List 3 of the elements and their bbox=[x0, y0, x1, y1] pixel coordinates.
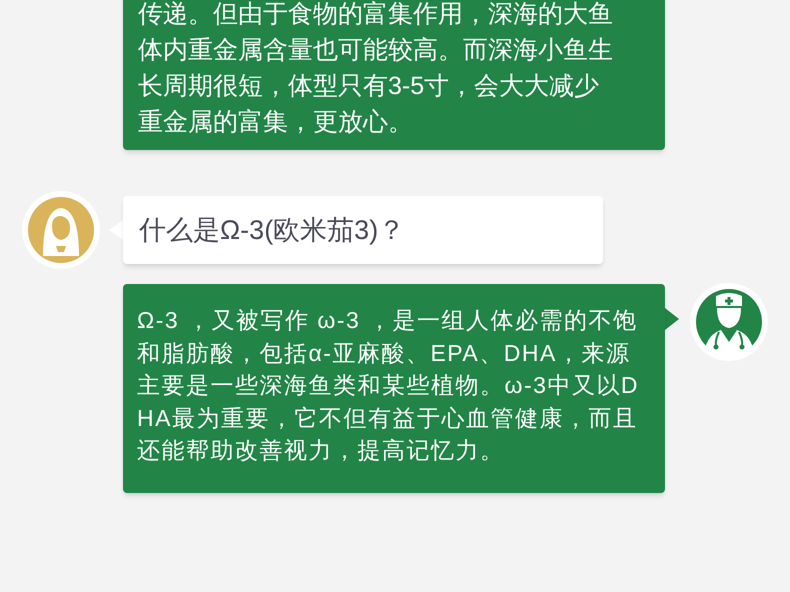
doctor-message-bubble: 传递。但由于食物的富集作用，深海的大鱼体内重金属含量也可能较高。而深海小鱼生长周期很短，体型只有3-5寸，会大大减少重金属的富集，更放心。 bbox=[123, 0, 665, 150]
user-message-bubble: 什么是Ω-3(欧米茄3)？ bbox=[123, 196, 603, 264]
doctor-message-bubble: Ω-3 ，又被写作 ω-3 ，是一组人体必需的不饱和脂肪酸，包括α-亚麻酸、EPA、DHA，来源主要是一些深海鱼类和某些植物。ω-3中又以DHA最为重要，它不但有益于心血管健康，而且还能帮助改善视力，提高记忆力。 bbox=[123, 284, 665, 492]
